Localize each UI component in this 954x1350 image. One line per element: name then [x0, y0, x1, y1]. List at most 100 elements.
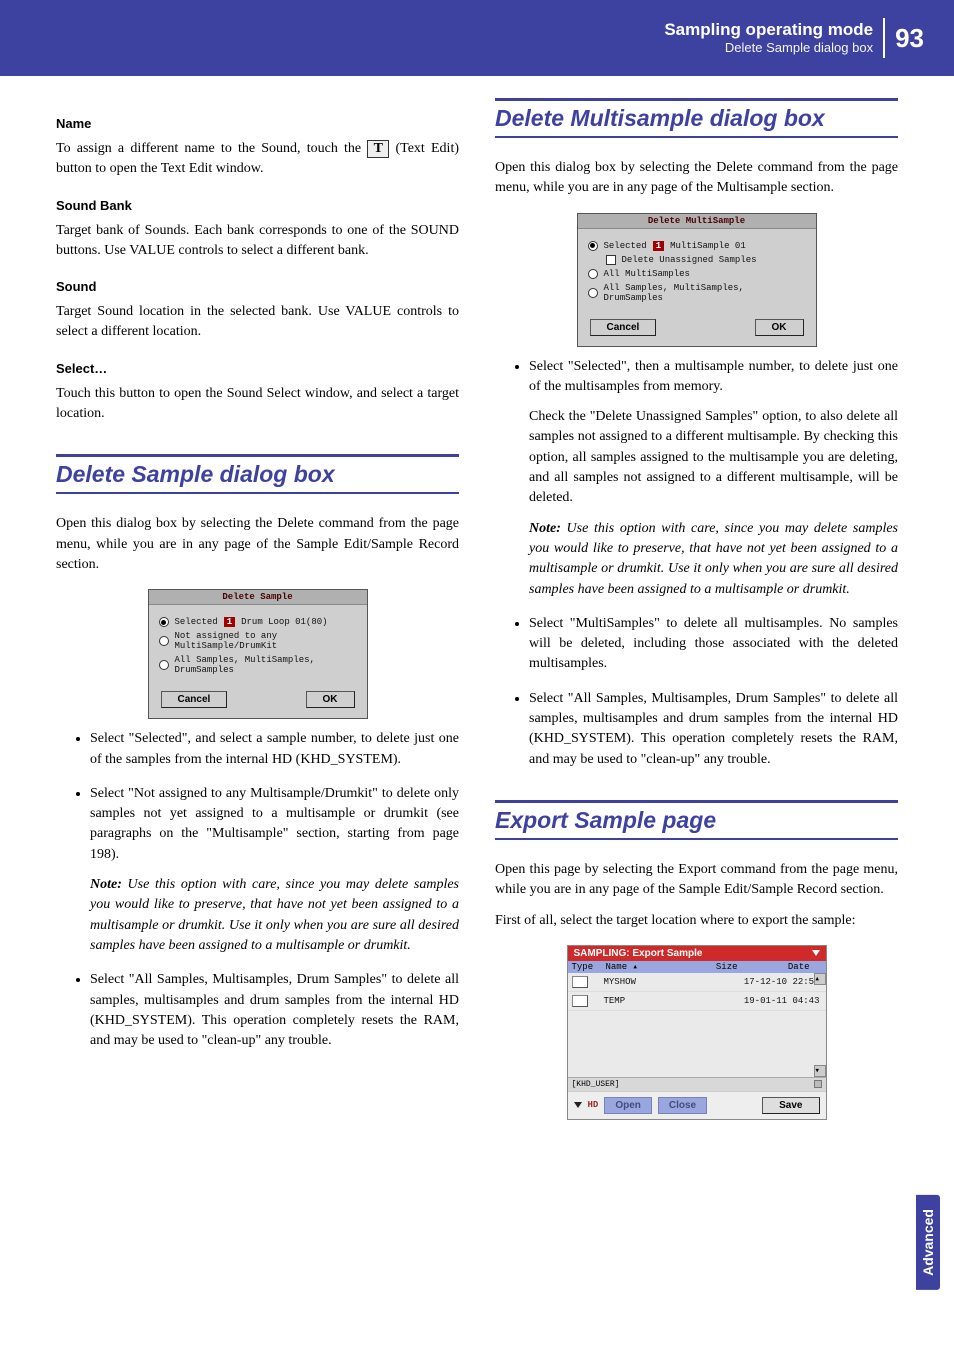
col-date: Date	[738, 962, 822, 972]
radio-all-samples[interactable]: All Samples, MultiSamples, DrumSamples	[159, 655, 357, 675]
export-sample-section-title: Export Sample page	[495, 800, 898, 840]
bullet-text: Select "MultiSamples" to delete all mult…	[529, 616, 898, 672]
select-heading: Select…	[56, 361, 459, 376]
bullet-text: Select "Selected", and select a sample n…	[90, 731, 459, 766]
radio-all-samples[interactable]: All Samples, MultiSamples, DrumSamples	[588, 283, 806, 303]
col-size: Size	[698, 962, 738, 972]
sound-text: Target Sound location in the selected ba…	[56, 302, 459, 343]
radio-icon	[159, 660, 169, 670]
cancel-button[interactable]: Cancel	[161, 691, 228, 708]
export-sample-intro: Open this page by selecting the Export c…	[495, 860, 898, 901]
text-edit-icon: T	[367, 140, 389, 158]
select-text: Touch this button to open the Sound Sele…	[56, 384, 459, 425]
note-label: Note:	[529, 521, 561, 536]
file-date: 19-01-11 04:43	[738, 996, 822, 1006]
close-button[interactable]: Close	[658, 1097, 707, 1114]
list-item[interactable]: MYSHOW 17-12-10 22:55	[568, 973, 826, 992]
export-title-text: SAMPLING: Export Sample	[574, 948, 703, 959]
page-header: Sampling operating mode Delete Sample di…	[0, 0, 954, 76]
bullet-note: Note: Use this option with care, since y…	[90, 877, 459, 953]
bullet-text: Select "All Samples, Multisamples, Drum …	[90, 972, 459, 1048]
checkbox-label: Delete Unassigned Samples	[622, 255, 757, 265]
file-name: MYSHOW	[604, 977, 738, 987]
export-window-title: SAMPLING: Export Sample	[568, 946, 826, 961]
header-subtitle: Delete Sample dialog box	[664, 40, 873, 56]
export-footer: HD Open Close Save	[568, 1091, 826, 1119]
name-text-a: To assign a different name to the Sound,…	[56, 141, 367, 156]
scroll-down-icon[interactable]: ▾	[814, 1065, 826, 1077]
file-name: TEMP	[604, 996, 738, 1006]
bullet-item: Select "All Samples, Multisamples, Drum …	[529, 689, 898, 770]
bullet-item: Select "MultiSamples" to delete all mult…	[529, 614, 898, 675]
checkbox-delete-unassigned[interactable]: Delete Unassigned Samples	[588, 255, 806, 265]
folder-icon	[572, 976, 588, 988]
dialog-title: Delete Sample	[149, 590, 367, 605]
selected-num[interactable]: 1	[653, 241, 664, 251]
selected-sample-name: Drum Loop 01(80)	[241, 617, 327, 627]
left-column: Name To assign a different name to the S…	[56, 98, 459, 1120]
bullet-item: Select "Selected", and select a sample n…	[90, 729, 459, 770]
save-button[interactable]: Save	[762, 1097, 819, 1114]
open-button[interactable]: Open	[604, 1097, 652, 1114]
scroll-up-icon[interactable]: ▴	[814, 973, 826, 985]
note-text: Use this option with care, since you may…	[90, 877, 459, 953]
radio-icon	[588, 241, 598, 251]
bullet-text: Select "Selected", then a multisample nu…	[529, 359, 898, 394]
export-column-headers[interactable]: Type Name ▴ Size Date	[568, 961, 826, 973]
side-tab-advanced: Advanced	[916, 1195, 940, 1290]
header-divider	[883, 18, 885, 58]
radio-all-multisamples[interactable]: All MultiSamples	[588, 269, 806, 279]
note-label: Note:	[90, 877, 122, 892]
sound-heading: Sound	[56, 279, 459, 294]
bullet-item: Select "All Samples, Multisamples, Drum …	[90, 970, 459, 1051]
bullet-item: Select "Selected", then a multisample nu…	[529, 357, 898, 600]
radio-selected-label: Selected	[175, 617, 218, 627]
selected-num[interactable]: 1	[224, 617, 235, 627]
radio-icon	[588, 288, 598, 298]
radio-icon	[159, 617, 169, 627]
delete-multisample-section-title: Delete Multisample dialog box	[495, 98, 898, 138]
delete-multisample-dialog: Delete MultiSample Selected 1 MultiSampl…	[577, 213, 817, 347]
file-date: 17-12-10 22:55	[738, 977, 822, 987]
delete-sample-bullets: Select "Selected", and select a sample n…	[56, 729, 459, 1051]
delete-multisample-bullets: Select "Selected", then a multisample nu…	[495, 357, 898, 770]
radio-not-assigned[interactable]: Not assigned to any MultiSample/DrumKit	[159, 631, 357, 651]
note-text: Use this option with care, since you may…	[529, 521, 898, 597]
delete-multisample-intro: Open this dialog box by selecting the De…	[495, 158, 898, 199]
radio-selected-label: Selected	[604, 241, 647, 251]
device-label[interactable]: HD	[588, 1100, 599, 1110]
ok-button[interactable]: OK	[306, 691, 355, 708]
radio-not-assigned-label: Not assigned to any MultiSample/DrumKit	[175, 631, 357, 651]
export-sample-line2: First of all, select the target location…	[495, 911, 898, 931]
name-text: To assign a different name to the Sound,…	[56, 139, 459, 180]
radio-icon	[159, 636, 169, 646]
name-heading: Name	[56, 116, 459, 131]
col-type: Type	[572, 962, 606, 972]
list-item[interactable]: TEMP 19-01-11 04:43	[568, 992, 826, 1011]
bullet-item: Select "Not assigned to any Multisample/…	[90, 784, 459, 956]
radio-all-samples-label: All Samples, MultiSamples, DrumSamples	[175, 655, 357, 675]
delete-sample-section-title: Delete Sample dialog box	[56, 454, 459, 494]
export-sample-window: SAMPLING: Export Sample Type Name ▴ Size…	[567, 945, 827, 1120]
resize-grip-icon[interactable]	[814, 1080, 822, 1088]
soundbank-text: Target bank of Sounds. Each bank corresp…	[56, 221, 459, 262]
page-number: 93	[895, 23, 924, 54]
soundbank-heading: Sound Bank	[56, 198, 459, 213]
menu-icon[interactable]	[812, 950, 820, 956]
checkbox-icon	[606, 255, 616, 265]
page-body: Name To assign a different name to the S…	[0, 76, 954, 1120]
path-label: [KHD_USER]	[572, 1080, 620, 1089]
radio-all-multisamples-label: All MultiSamples	[604, 269, 690, 279]
cancel-button[interactable]: Cancel	[590, 319, 657, 336]
radio-selected[interactable]: Selected 1 Drum Loop 01(80)	[159, 617, 357, 627]
device-dropdown-icon[interactable]	[574, 1102, 582, 1108]
right-column: Delete Multisample dialog box Open this …	[495, 98, 898, 1120]
delete-sample-intro: Open this dialog box by selecting the De…	[56, 514, 459, 575]
export-file-list[interactable]: ▴ MYSHOW 17-12-10 22:55 TEMP 19-01-11 04…	[568, 973, 826, 1077]
delete-sample-dialog: Delete Sample Selected 1 Drum Loop 01(80…	[148, 589, 368, 719]
folder-icon	[572, 995, 588, 1007]
ok-button[interactable]: OK	[755, 319, 804, 336]
bullet-text: Select "Not assigned to any Multisample/…	[90, 786, 459, 862]
bullet-text: Select "All Samples, Multisamples, Drum …	[529, 691, 898, 767]
radio-selected[interactable]: Selected 1 MultiSample 01	[588, 241, 806, 251]
